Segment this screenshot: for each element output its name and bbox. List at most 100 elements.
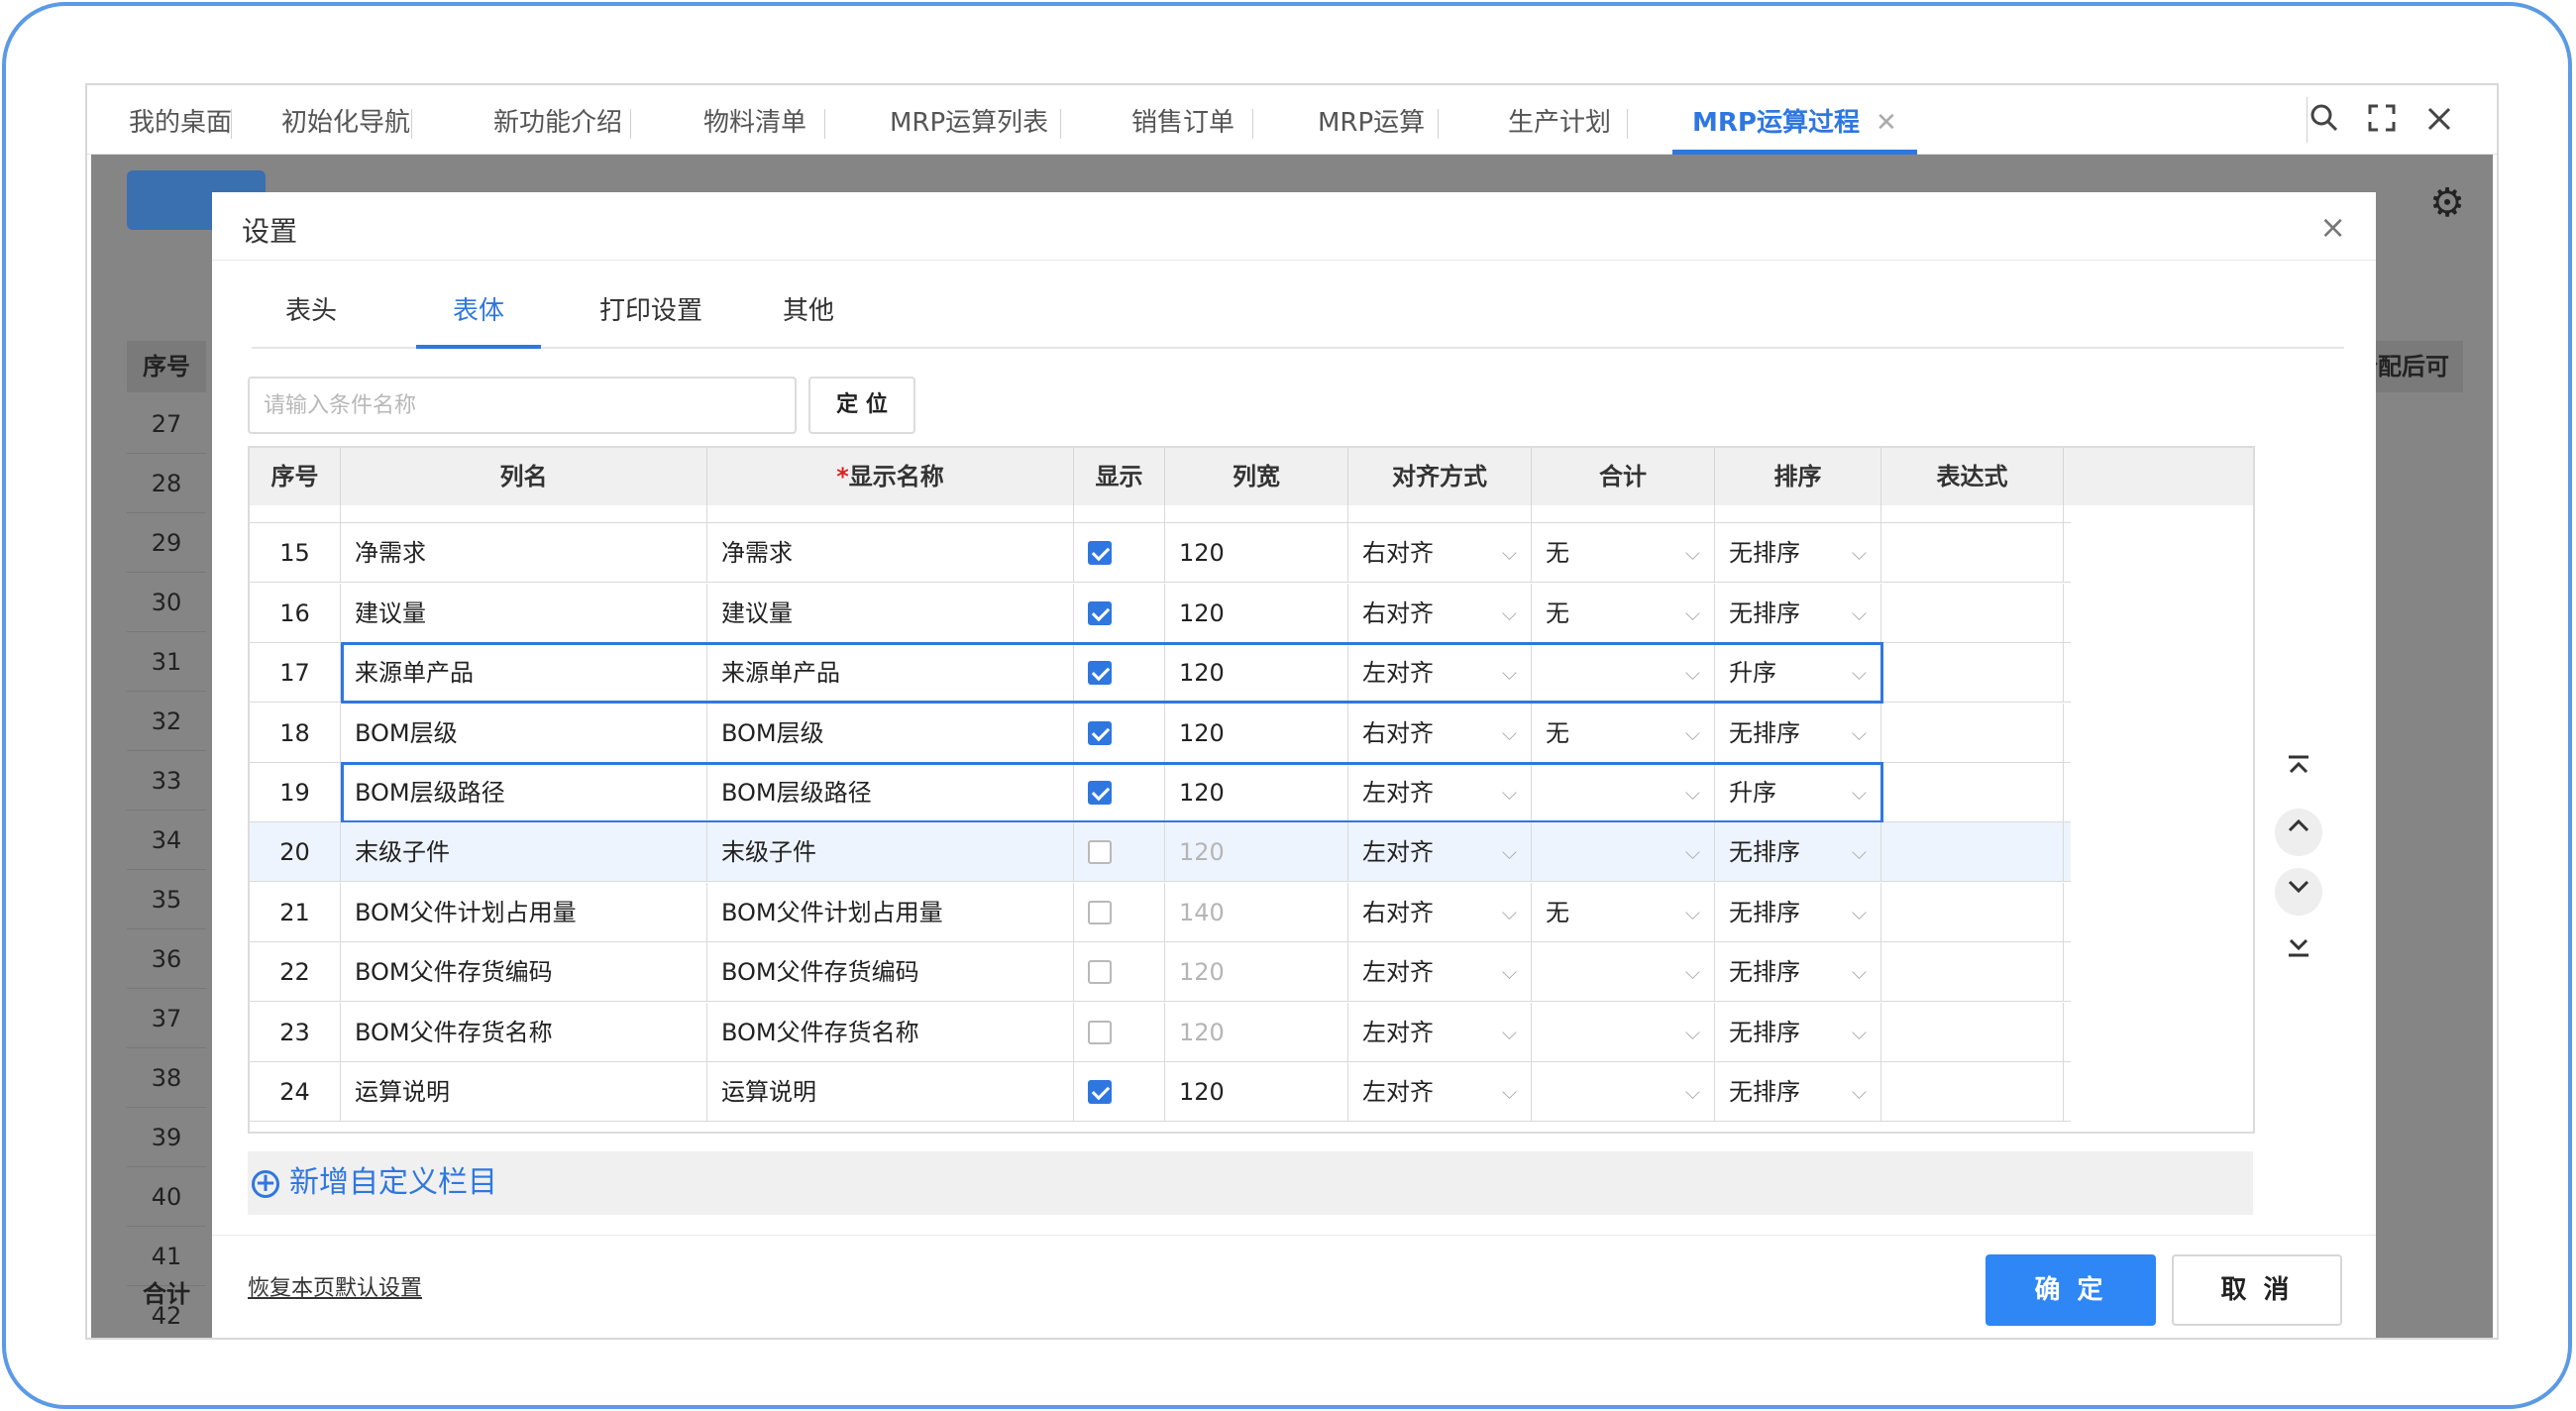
cell-total-select[interactable]: ⌵ — [1532, 822, 1715, 883]
cell-expression[interactable] — [1881, 505, 2064, 523]
cell-align-select[interactable]: 右对齐 ⌵ — [1348, 505, 1532, 523]
cell-width[interactable]: 120 — [1165, 1002, 1348, 1062]
show-checkbox[interactable] — [1088, 960, 1112, 985]
cell-width[interactable]: 140 — [1165, 882, 1348, 942]
table-row[interactable]: 17 来源单产品 来源单产品 120 左对齐 ⌵ ⌵ 升序 ⌵ — [250, 643, 2071, 704]
cell-align-select[interactable]: 右对齐 ⌵ — [1348, 703, 1532, 763]
tab-other-settings[interactable]: 其他 — [759, 279, 858, 349]
cell-total-select[interactable]: 无⌵ — [1532, 583, 1715, 643]
cell-total-select[interactable]: 无⌵ — [1532, 882, 1715, 942]
tab-my-desktop[interactable]: 我的桌面 — [129, 85, 232, 155]
cell-sort-select[interactable]: 无排序 ⌵ — [1715, 703, 1881, 763]
restore-default-link[interactable]: 恢复本页默认设置 — [248, 1270, 422, 1302]
search-icon[interactable] — [2305, 103, 2344, 143]
tab-production-plan[interactable]: 生产计划 — [1508, 85, 1611, 155]
cell-total-select[interactable]: 无⌵ — [1532, 505, 1715, 523]
show-checkbox[interactable] — [1088, 781, 1112, 805]
show-checkbox[interactable] — [1088, 600, 1112, 625]
table-row[interactable]: 24 运算说明 运算说明 120 左对齐 ⌵ ⌵ 无排序 ⌵ — [250, 1062, 2071, 1122]
show-checkbox[interactable] — [1088, 661, 1112, 686]
cell-width[interactable]: 120 — [1165, 763, 1348, 822]
cell-align-select[interactable]: 左对齐 ⌵ — [1348, 643, 1532, 704]
cell-align-select[interactable]: 左对齐 ⌵ — [1348, 942, 1532, 1003]
cell-sort-select[interactable]: 无排序 ⌵ — [1715, 1002, 1881, 1062]
close-icon[interactable]: × — [2319, 208, 2346, 246]
cell-width[interactable]: 120 — [1165, 1062, 1348, 1122]
close-icon[interactable] — [2419, 103, 2459, 143]
tab-bom[interactable]: 物料清单 — [703, 85, 806, 155]
cell-total-select[interactable]: ⌵ — [1532, 942, 1715, 1003]
cell-total-select[interactable]: ⌵ — [1532, 1062, 1715, 1122]
cell-show[interactable] — [1074, 1062, 1165, 1122]
tab-mrp[interactable]: MRP运算 — [1318, 85, 1425, 155]
tab-header-settings[interactable]: 表头 — [252, 279, 371, 349]
cell-show[interactable] — [1074, 643, 1165, 704]
move-up-icon[interactable] — [2275, 809, 2322, 856]
tab-sales-order[interactable]: 销售订单 — [1131, 85, 1234, 155]
confirm-button[interactable]: 确 定 — [1986, 1254, 2156, 1326]
cell-sort-select[interactable]: 升序 ⌵ — [1715, 643, 1881, 704]
cell-display-name[interactable]: BOM父件存货编码 — [707, 942, 1074, 1003]
tab-mrp-process[interactable]: MRP运算过程 ✕ — [1672, 85, 1917, 155]
cancel-button[interactable]: 取 消 — [2172, 1254, 2342, 1326]
cell-expression[interactable] — [1881, 583, 2064, 643]
cell-sort-select[interactable]: 无排序 ⌵ — [1715, 523, 1881, 584]
cell-align-select[interactable]: 左对齐 ⌵ — [1348, 763, 1532, 822]
cell-width[interactable]: 120 — [1165, 942, 1348, 1003]
condition-search-input[interactable] — [248, 377, 797, 434]
move-top-icon[interactable] — [2275, 749, 2322, 797]
table-row[interactable]: 23 BOM父件存货名称 BOM父件存货名称 120 左对齐 ⌵ ⌵ 无排序 ⌵ — [250, 1002, 2071, 1062]
show-checkbox[interactable] — [1088, 900, 1112, 924]
table-row[interactable]: 21 BOM父件计划占用量 BOM父件计划占用量 140 右对齐 ⌵ 无 ⌵ 无排序 ⌵ — [250, 882, 2071, 942]
cell-expression[interactable] — [1881, 523, 2064, 584]
tab-print-settings[interactable]: 打印设置 — [583, 279, 719, 349]
cell-display-name[interactable]: BOM父件计划占用量 — [707, 882, 1074, 942]
cell-align-select[interactable]: 左对齐 ⌵ — [1348, 1062, 1532, 1122]
close-icon[interactable]: ✕ — [1876, 108, 1897, 138]
cell-sort-select[interactable]: 无排序 ⌵ — [1715, 822, 1881, 883]
cell-expression[interactable] — [1881, 763, 2064, 822]
move-down-icon[interactable] — [2275, 868, 2322, 916]
cell-total-select[interactable]: ⌵ — [1532, 643, 1715, 704]
tab-new-features[interactable]: 新功能介绍 — [493, 85, 622, 155]
cell-align-select[interactable]: 左对齐 ⌵ — [1348, 1002, 1532, 1062]
table-row[interactable]: 16 建议量 建议量 120 右对齐 ⌵ 无 ⌵ 无排序 ⌵ — [250, 583, 2071, 643]
table-row[interactable]: 15 净需求 净需求 120 右对齐 ⌵ 无 ⌵ 无排序 ⌵ — [250, 523, 2071, 584]
cell-display-name[interactable]: 运算说明 — [707, 1062, 1074, 1122]
cell-width[interactable]: 120 — [1165, 643, 1348, 704]
add-custom-column-button[interactable]: + 新增自定义栏目 — [252, 1151, 497, 1215]
tab-mrp-list[interactable]: MRP运算列表 — [890, 85, 1048, 155]
cell-show[interactable] — [1074, 523, 1165, 584]
cell-total-select[interactable]: 无⌵ — [1532, 703, 1715, 763]
cell-display-name[interactable]: 来源单产品 — [707, 643, 1074, 704]
cell-display-name[interactable]: 建议量 — [707, 583, 1074, 643]
cell-sort-select[interactable]: 无排序 ⌵ — [1715, 583, 1881, 643]
table-row[interactable]: 19 BOM层级路径 BOM层级路径 120 左对齐 ⌵ ⌵ 升序 ⌵ — [250, 763, 2071, 822]
cell-align-select[interactable]: 左对齐 ⌵ — [1348, 822, 1532, 883]
cell-expression[interactable] — [1881, 643, 2064, 704]
cell-display-name[interactable]: 毛需求 — [707, 505, 1074, 523]
show-checkbox[interactable] — [1088, 1020, 1112, 1044]
cell-show[interactable] — [1074, 882, 1165, 942]
cell-expression[interactable] — [1881, 1062, 2064, 1122]
cell-align-select[interactable]: 右对齐 ⌵ — [1348, 583, 1532, 643]
show-checkbox[interactable] — [1088, 1080, 1112, 1104]
table-row[interactable]: 20 末级子件 末级子件 120 左对齐 ⌵ ⌵ 无排序 ⌵ — [250, 822, 2071, 883]
cell-width[interactable]: 120 — [1165, 505, 1348, 523]
cell-sort-select[interactable]: 无排序 ⌵ — [1715, 882, 1881, 942]
cell-align-select[interactable]: 右对齐 ⌵ — [1348, 523, 1532, 584]
cell-align-select[interactable]: 右对齐 ⌵ — [1348, 882, 1532, 942]
cell-width[interactable]: 120 — [1165, 583, 1348, 643]
cell-sort-select[interactable]: 升序 ⌵ — [1715, 763, 1881, 822]
cell-display-name[interactable]: BOM层级路径 — [707, 763, 1074, 822]
cell-width[interactable]: 120 — [1165, 703, 1348, 763]
cell-display-name[interactable]: 末级子件 — [707, 822, 1074, 883]
table-row[interactable]: 18 BOM层级 BOM层级 120 右对齐 ⌵ 无 ⌵ 无排序 ⌵ — [250, 703, 2071, 763]
locate-button[interactable]: 定 位 — [808, 377, 915, 434]
move-bottom-icon[interactable] — [2275, 927, 2322, 975]
cell-show[interactable] — [1074, 703, 1165, 763]
show-checkbox[interactable] — [1088, 720, 1112, 745]
show-checkbox[interactable] — [1088, 840, 1112, 865]
cell-total-select[interactable]: ⌵ — [1532, 1002, 1715, 1062]
cell-sort-select[interactable]: 无排序 ⌵ — [1715, 505, 1881, 523]
